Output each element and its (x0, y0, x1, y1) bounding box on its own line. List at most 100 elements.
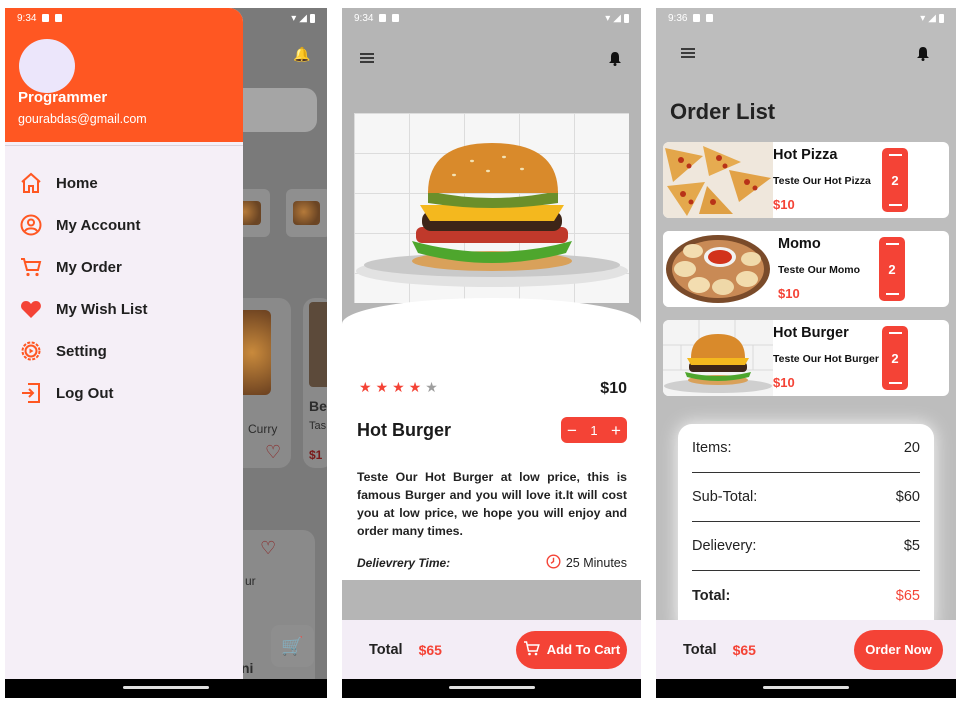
signal-icons: ▾ ◢ (605, 13, 629, 24)
increment-button[interactable] (888, 154, 902, 156)
status-bar: 9:36 ▾ ◢ (656, 8, 956, 28)
account-icon (19, 213, 43, 237)
increment-button[interactable] (888, 332, 902, 334)
menu-item-order[interactable]: My Order (5, 246, 243, 288)
user-name: Programmer (18, 89, 108, 106)
order-item-description: Teste Our Hot Pizza (773, 175, 871, 187)
add-to-cart-button[interactable]: Add To Cart (516, 630, 627, 669)
cart-icon (19, 255, 43, 279)
avatar[interactable] (19, 39, 75, 93)
order-item[interactable]: Hot Burger Teste Our Hot Burger $10 2 (663, 320, 949, 396)
cart-icon (523, 640, 540, 659)
sim-icon (55, 14, 63, 22)
food-name: Be (309, 398, 327, 414)
page-title: Order List (670, 99, 776, 124)
food-card: Be Tas $1 (303, 298, 327, 468)
quantity-stepper: 2 (882, 326, 908, 390)
summary-row-items: Items: 20 (692, 424, 920, 473)
star-icon: ★ (408, 379, 422, 395)
order-now-label: Order Now (865, 642, 932, 657)
sim-icon (392, 14, 400, 22)
menu-item-logout[interactable]: Log Out (5, 372, 243, 414)
menu-icon[interactable] (674, 39, 702, 67)
quantity-value: 2 (891, 350, 899, 366)
home-gesture-pill[interactable] (448, 686, 535, 689)
signal-icon: ◢ (613, 12, 621, 24)
system-nav-bar (656, 679, 956, 698)
logout-icon (19, 381, 43, 405)
order-item-name: Hot Pizza (773, 147, 838, 163)
order-item[interactable]: Hot Pizza Teste Our Hot Pizza $10 2 (663, 142, 949, 218)
food-name: Curry (248, 422, 278, 436)
home-icon (19, 171, 43, 195)
notification-icon (42, 14, 50, 22)
total-label: Total (369, 641, 403, 658)
order-summary: Items: 20 Sub-Total: $60 Delievery: $5 Tota… (678, 424, 934, 634)
order-item-name: Momo (778, 236, 821, 252)
quantity-stepper: 2 (882, 148, 908, 212)
total-value: $65 (418, 641, 442, 658)
food-desc: Tas (309, 420, 327, 432)
bell-icon[interactable] (909, 39, 937, 67)
summary-value: $5 (903, 538, 920, 554)
home-gesture-pill[interactable] (123, 686, 209, 689)
battery-icon (310, 13, 315, 23)
decrement-button[interactable] (888, 382, 902, 384)
heart-icon: ♡ (265, 442, 282, 462)
wifi-icon: ▾ (920, 12, 926, 24)
decrement-button[interactable] (888, 204, 902, 206)
menu-icon[interactable] (353, 44, 381, 72)
screen-order-list: 9:36 ▾ ◢ Order List Hot Pizza Teste Our H… (656, 8, 956, 698)
summary-label: Items: (692, 440, 732, 456)
increment-button[interactable] (885, 243, 899, 245)
menu-label: Setting (56, 342, 107, 360)
star-icon: ★ (359, 379, 372, 395)
screen-detail: 9:34 ▾ ◢ ★ ★ ★ ★ ★ $10 Hot Burger − 1 + … (342, 8, 641, 698)
quantity-value: 2 (888, 261, 896, 277)
menu-label: My Wish List (56, 300, 148, 318)
drawer-header: Programmer gourabdas@gmail.com (5, 8, 243, 142)
pizza-image (663, 142, 773, 218)
menu-label: Log Out (56, 384, 114, 402)
quantity-value: 2 (891, 172, 899, 188)
status-bar: 9:34 ▾ ◢ (5, 8, 327, 28)
order-now-button[interactable]: Order Now (854, 629, 943, 670)
summary-row-subtotal: Sub-Total: $60 (692, 473, 920, 522)
category-card (286, 189, 327, 237)
summary-value: 20 (903, 440, 920, 456)
battery-icon (939, 13, 944, 23)
total-label: Total (683, 641, 717, 658)
delivery-time: 25 Minutes (546, 554, 627, 572)
bottom-bar: Total $65 Order Now (656, 620, 956, 679)
food-price: $1 (309, 448, 323, 462)
food-image (354, 113, 629, 303)
star-icon: ★ (392, 379, 405, 395)
navigation-drawer: Programmer gourabdas@gmail.com Home My A… (5, 8, 243, 698)
heart-icon (19, 297, 43, 321)
decrement-button[interactable] (885, 293, 899, 295)
decrement-button[interactable]: − (567, 422, 577, 439)
status-bar: 9:34 ▾ ◢ (342, 8, 641, 28)
bell-icon[interactable] (601, 44, 629, 72)
menu-item-home[interactable]: Home (5, 162, 243, 204)
signal-icon: ◢ (928, 12, 936, 24)
clock-icon (546, 554, 561, 572)
add-to-cart-label: Add To Cart (546, 642, 621, 657)
menu-item-wishlist[interactable]: My Wish List (5, 288, 243, 330)
increment-button[interactable]: + (611, 422, 621, 439)
category-image (293, 201, 320, 225)
screen-drawer: 9:34 ▾ ◢ 🔔 Curry ♡ Be Tas $1 ♡ ur ni 🛒 Pr… (5, 8, 327, 698)
notification-icon (693, 14, 701, 22)
status-time: 9:34 (17, 12, 37, 24)
delivery-label: Delievrery Time: (357, 556, 451, 570)
star-icon: ★ (375, 379, 389, 395)
menu-item-setting[interactable]: Setting (5, 330, 243, 372)
order-item-description: Teste Our Hot Burger (773, 353, 879, 365)
delivery-time-value: 25 Minutes (565, 556, 627, 570)
menu-label: Home (56, 174, 98, 192)
bell-icon: 🔔 (293, 46, 311, 62)
home-gesture-pill[interactable] (763, 686, 849, 689)
order-item[interactable]: Momo Teste Our Momo $10 2 (663, 231, 949, 307)
menu-item-account[interactable]: My Account (5, 204, 243, 246)
momo-image (663, 231, 773, 307)
